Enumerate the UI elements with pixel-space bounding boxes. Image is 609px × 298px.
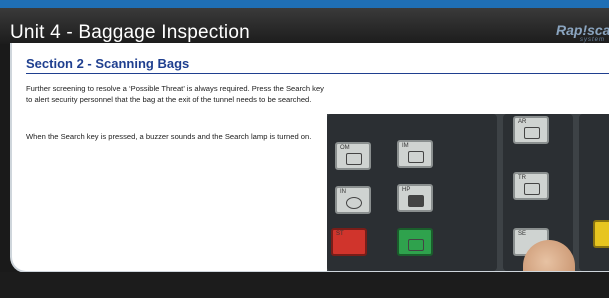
play-icon [408, 239, 424, 251]
key-label: TR [518, 175, 526, 181]
bottom-bar [0, 272, 609, 298]
key-label: OM [340, 145, 350, 151]
section-title: Section 2 - Scanning Bags [26, 56, 190, 71]
control-panel-photo: AR OM IM TR IN HP ST SE [327, 114, 609, 271]
unit-title: Unit 4 - Baggage Inspection [10, 22, 250, 43]
key-hp: HP [397, 184, 433, 212]
key-in: IN [335, 186, 371, 214]
section-divider [26, 73, 609, 74]
tr-icon [524, 183, 540, 195]
instruction-paragraph: When the Search key is pressed, a buzzer… [26, 132, 312, 141]
unit-header: Unit 4 - Baggage Inspection Rap!sca syst… [0, 8, 609, 44]
key-label: HP [402, 187, 411, 193]
key-tr: TR [513, 172, 549, 200]
key-label: AR [518, 119, 527, 125]
key-yellow [593, 220, 609, 248]
top-accent-strip [0, 0, 609, 8]
in-icon [346, 197, 362, 209]
key-label: SE [518, 231, 527, 237]
brand-logo: Rap!sca [556, 22, 609, 38]
key-green [397, 228, 433, 256]
im-icon [408, 151, 424, 163]
content-panel: Section 2 - Scanning Bags Further screen… [10, 43, 609, 273]
key-st: ST [331, 228, 367, 256]
om-icon [346, 153, 362, 165]
key-label: IM [402, 143, 409, 149]
key-label: ST [336, 231, 344, 237]
key-ar: AR [513, 116, 549, 144]
key-om: OM [335, 142, 371, 170]
hp-icon [408, 195, 424, 207]
key-im: IM [397, 140, 433, 168]
key-label: IN [340, 189, 346, 195]
instruction-paragraph: Further screening to resolve a ‘Possible… [26, 84, 324, 104]
ar-icon [524, 127, 540, 139]
